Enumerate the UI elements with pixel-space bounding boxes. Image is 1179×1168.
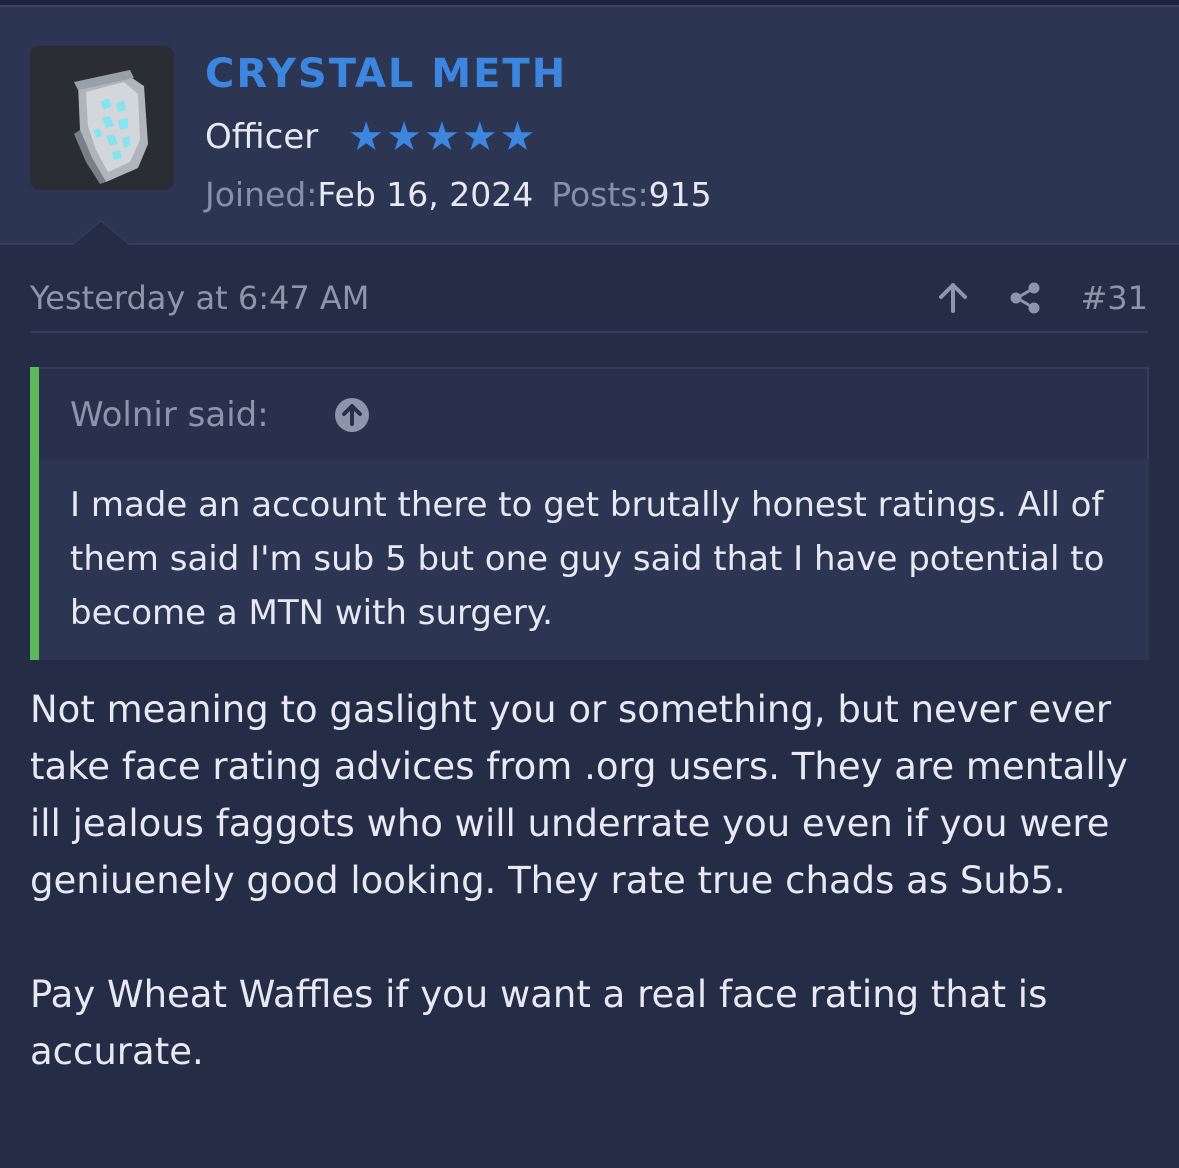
post-meta: Yesterday at 6:47 AM #31 bbox=[30, 275, 1148, 333]
post-number[interactable]: #31 bbox=[1080, 275, 1148, 321]
user-rank-row: Officer ★ ★ ★ ★ ★ bbox=[205, 115, 536, 159]
post-actions: #31 bbox=[936, 275, 1148, 321]
post-message: Not meaning to gaslight you or something… bbox=[30, 681, 1160, 1080]
quote-author[interactable]: Wolnir said: bbox=[70, 393, 269, 437]
rank-stars: ★ ★ ★ ★ ★ bbox=[348, 115, 535, 159]
user-stats: Joined: Feb 16, 2024 Posts: 915 bbox=[205, 173, 712, 217]
quote-block: Wolnir said: I made an account there to … bbox=[30, 367, 1149, 660]
star-icon: ★ bbox=[499, 114, 536, 160]
quote-bar bbox=[30, 367, 39, 660]
star-icon: ★ bbox=[348, 114, 385, 160]
quote-header: Wolnir said: bbox=[39, 367, 1149, 459]
quote-body: I made an account there to get brutally … bbox=[70, 485, 1105, 633]
posts-label: Posts: bbox=[551, 175, 649, 214]
joined-label: Joined: bbox=[205, 175, 318, 214]
avatar[interactable] bbox=[30, 46, 174, 190]
joined-value: Feb 16, 2024 bbox=[317, 175, 534, 214]
username[interactable]: CRYSTAL METH bbox=[205, 49, 567, 99]
post-timestamp[interactable]: Yesterday at 6:47 AM bbox=[30, 275, 369, 321]
star-icon: ★ bbox=[386, 114, 422, 160]
up-arrow-icon[interactable] bbox=[936, 281, 970, 315]
top-divider bbox=[0, 0, 1179, 7]
user-title: Officer bbox=[205, 117, 319, 157]
star-icon: ★ bbox=[423, 114, 460, 160]
crystal-bag-avatar-icon bbox=[30, 46, 174, 190]
star-icon: ★ bbox=[461, 114, 498, 160]
header-pointer bbox=[73, 222, 129, 245]
jump-to-quote-icon[interactable] bbox=[334, 397, 370, 433]
user-header: CRYSTAL METH Officer ★ ★ ★ ★ ★ Joined: F… bbox=[0, 7, 1179, 245]
message-paragraph: Not meaning to gaslight you or something… bbox=[30, 688, 1128, 902]
posts-value: 915 bbox=[648, 175, 712, 214]
message-paragraph: Pay Wheat Waffles if you want a real fac… bbox=[30, 973, 1048, 1073]
share-icon[interactable] bbox=[1008, 281, 1042, 315]
